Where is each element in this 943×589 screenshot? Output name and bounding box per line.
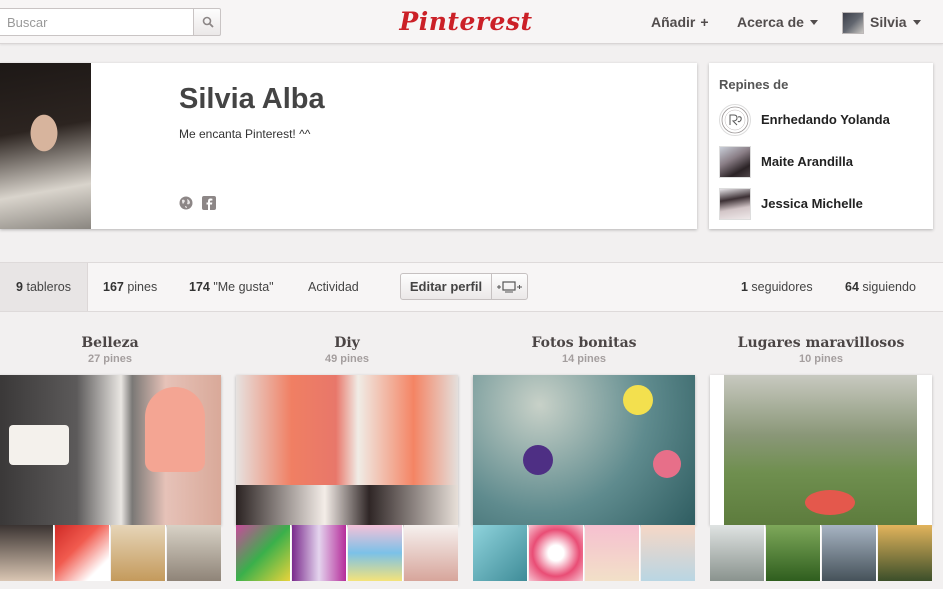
chevron-down-icon	[809, 20, 818, 25]
tab-following[interactable]: 64 siguiendo	[845, 263, 916, 311]
board-thumbnail	[641, 525, 695, 581]
search-input[interactable]: Buscar	[0, 8, 194, 36]
tab-boards[interactable]: 9 tableros	[0, 263, 88, 311]
board-thumbnail	[822, 525, 877, 581]
followers-count: 1	[741, 280, 748, 294]
board-title: Belleza	[81, 335, 139, 351]
profile-bio: Me encanta Pinterest! ^^	[179, 127, 311, 141]
following-count: 64	[845, 280, 859, 294]
board-thumbnail	[111, 525, 166, 581]
board-thumbnails	[710, 525, 932, 581]
repin-name: Jessica Michelle	[761, 196, 863, 211]
profile-tabs-bar: 9 tableros 167 pines 174 "Me gusta" Acti…	[0, 262, 943, 312]
top-navigation-bar: Buscar Pinterest Añadir + Acerca de Silvi…	[0, 0, 943, 44]
likes-count: 174	[189, 280, 210, 294]
tab-likes[interactable]: 174 "Me gusta"	[189, 263, 274, 311]
user-avatar[interactable]	[842, 12, 864, 34]
flower-basket-shape	[805, 490, 855, 515]
board-thumbnail	[292, 525, 347, 581]
flower-shape	[653, 450, 681, 478]
board-thumbnails	[0, 525, 221, 581]
globe-icon[interactable]	[179, 196, 193, 210]
sponge-shape	[9, 425, 69, 465]
board-thumbnail	[167, 525, 221, 581]
board-thumbnail	[878, 525, 932, 581]
about-menu-button[interactable]: Acerca de	[737, 14, 818, 30]
board-pin-count: 10 pines	[798, 353, 844, 365]
layout-icon	[497, 281, 522, 293]
board-cover-image	[473, 375, 695, 525]
profile-name: Silvia Alba	[179, 83, 325, 115]
user-menu-button[interactable]: Silvia	[870, 14, 921, 30]
pinterest-logo[interactable]: Pinterest	[396, 4, 536, 40]
board-thumbnail	[529, 525, 584, 581]
repins-title: Repines de	[719, 77, 789, 92]
repin-item[interactable]: Jessica Michelle	[719, 188, 929, 220]
pins-label: pines	[123, 280, 158, 294]
board-thumbnail	[55, 525, 110, 581]
board-thumbnail	[404, 525, 458, 581]
add-menu-button[interactable]: Añadir +	[651, 14, 709, 30]
board-cover-image	[236, 375, 458, 525]
profile-photo	[0, 63, 91, 229]
tab-activity[interactable]: Actividad	[308, 263, 359, 311]
repin-avatar	[719, 104, 751, 136]
repins-card: Repines de Enrhedando Yolanda Maite Aran…	[709, 63, 933, 229]
repin-avatar	[719, 188, 751, 220]
board-thumbnail	[0, 525, 54, 581]
profile-layout-button[interactable]	[491, 273, 528, 300]
profile-card: Silvia Alba Me encanta Pinterest! ^^	[0, 63, 697, 229]
followers-label: seguidores	[747, 280, 813, 294]
board-thumbnail	[236, 525, 291, 581]
likes-label: "Me gusta"	[209, 280, 274, 294]
board-title: Fotos bonitas	[531, 335, 637, 351]
repin-item[interactable]: Maite Arandilla	[719, 146, 929, 178]
board-cover-image	[710, 375, 932, 525]
photo-strip	[236, 485, 458, 525]
repin-name: Enrhedando Yolanda	[761, 112, 890, 127]
flower-shape	[623, 385, 653, 415]
tab-pins[interactable]: 167 pines	[103, 263, 157, 311]
search-icon	[202, 16, 214, 28]
flower-shape	[523, 445, 553, 475]
search-button[interactable]	[193, 8, 221, 36]
board-thumbnail	[348, 525, 403, 581]
board-pin-count: 14 pines	[561, 353, 607, 365]
repin-avatar	[719, 146, 751, 178]
board-thumbnail	[585, 525, 640, 581]
following-label: siguiendo	[858, 280, 916, 294]
board-pin-count: 49 pines	[324, 353, 370, 365]
logo-seal-icon	[721, 106, 749, 134]
board-title: Lugares maravillosos	[737, 335, 905, 351]
chevron-down-icon	[912, 20, 921, 25]
board-thumbnail	[710, 525, 765, 581]
boards-count: 9	[16, 280, 23, 294]
board-title: Diy	[334, 335, 360, 351]
add-label: Añadir	[651, 14, 696, 30]
boards-label: tableros	[23, 280, 71, 294]
tab-followers[interactable]: 1 seguidores	[741, 263, 813, 311]
nail-shape	[145, 387, 205, 472]
about-label: Acerca de	[737, 14, 804, 30]
repin-name: Maite Arandilla	[761, 154, 853, 169]
pins-count: 167	[103, 280, 124, 294]
board-thumbnail	[473, 525, 528, 581]
board-pin-count: 27 pines	[87, 353, 133, 365]
board-thumbnail	[766, 525, 821, 581]
board-thumbnails	[236, 525, 458, 581]
board-cover-image	[0, 375, 221, 525]
edit-profile-button[interactable]: Editar perfil	[400, 273, 492, 300]
plus-icon: +	[700, 14, 709, 30]
user-label: Silvia	[870, 14, 907, 30]
board-thumbnails	[473, 525, 695, 581]
facebook-icon[interactable]	[202, 196, 216, 210]
repin-item[interactable]: Enrhedando Yolanda	[719, 104, 929, 136]
